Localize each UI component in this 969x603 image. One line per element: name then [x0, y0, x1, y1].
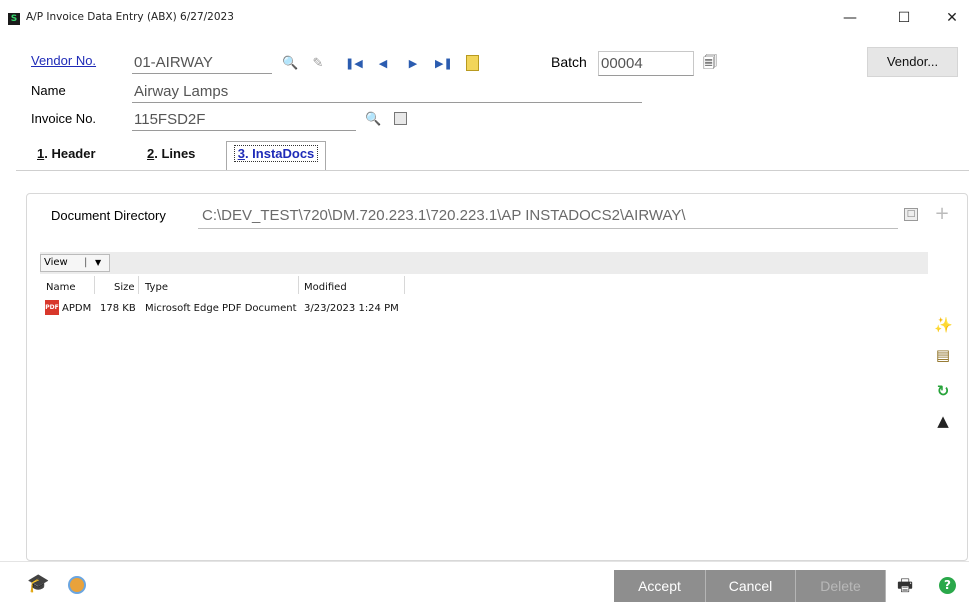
binoculars-icon[interactable]: ▤: [934, 346, 952, 364]
column-name[interactable]: Name: [46, 282, 76, 293]
printer-icon[interactable]: 🖶: [897, 578, 913, 595]
column-divider: [298, 276, 299, 294]
tab-header[interactable]: 1. Header: [37, 146, 96, 161]
column-type[interactable]: Type: [145, 282, 168, 293]
invoice-no-label: Invoice No.: [31, 111, 97, 126]
column-divider: [94, 276, 95, 294]
pdf-file-icon: PDF: [45, 300, 59, 315]
maximize-button[interactable]: ☐: [884, 4, 924, 32]
previous-record-icon[interactable]: ◀: [375, 56, 391, 72]
list-item-modified: 3/23/2023 1:24 PM: [304, 303, 399, 314]
window-title: A/P Invoice Data Entry (ABX) 6/27/2023: [26, 11, 234, 23]
accept-button[interactable]: Accept: [614, 570, 706, 602]
invoice-no-field[interactable]: [132, 109, 356, 131]
column-divider: [404, 276, 405, 294]
folder-browse-icon[interactable]: □: [904, 208, 918, 221]
document-directory-label: Document Directory: [51, 208, 166, 223]
next-record-icon[interactable]: ▶: [405, 56, 421, 72]
column-divider: [138, 276, 139, 294]
learning-icon[interactable]: 🎓: [27, 575, 49, 593]
batch-icon[interactable]: 🗐: [702, 55, 718, 71]
vendor-no-field[interactable]: [132, 52, 272, 74]
cancel-button[interactable]: Cancel: [706, 570, 796, 602]
add-icon[interactable]: +: [934, 205, 950, 223]
minimize-button[interactable]: —: [830, 4, 870, 32]
instadocs-panel: [26, 193, 968, 561]
delete-button: Delete: [796, 570, 886, 602]
column-modified[interactable]: Modified: [304, 282, 347, 293]
batch-field[interactable]: [598, 51, 694, 76]
eraser-icon[interactable]: ✎: [310, 56, 326, 72]
view-dropdown[interactable]: View | ▼: [40, 254, 110, 272]
search-icon[interactable]: 🔍: [365, 112, 381, 128]
name-field[interactable]: [132, 81, 642, 103]
app-icon: S: [8, 13, 20, 25]
vendor-no-link[interactable]: Vendor No.: [31, 53, 96, 68]
view-toolbar: [40, 252, 928, 274]
footer-divider: [0, 561, 969, 562]
close-button[interactable]: ✕: [932, 4, 969, 32]
tab-instadocs[interactable]: 3. InstaDocs: [226, 141, 326, 171]
help-icon[interactable]: ?: [939, 577, 956, 594]
first-record-icon[interactable]: ❚◀: [345, 56, 363, 72]
refresh-icon[interactable]: ↻: [934, 382, 952, 400]
chart-icon[interactable]: [68, 576, 86, 594]
tab-lines[interactable]: 2. Lines: [147, 146, 195, 161]
memo-icon[interactable]: [466, 55, 479, 71]
list-item-type: Microsoft Edge PDF Document: [145, 303, 297, 314]
upload-icon[interactable]: ▲: [934, 412, 952, 430]
search-icon[interactable]: 🔍: [282, 56, 298, 72]
vendor-button[interactable]: Vendor...: [867, 47, 958, 77]
name-label: Name: [31, 83, 66, 98]
list-item-size: 178 KB: [100, 303, 136, 314]
list-item-name[interactable]: APDM: [62, 303, 91, 314]
document-directory-field[interactable]: C:\DEV_TEST\720\DM.720.223.1\720.223.1\A…: [198, 203, 898, 229]
tab-divider: [16, 170, 969, 171]
last-record-icon[interactable]: ▶❚: [435, 56, 453, 72]
calendar-icon[interactable]: [394, 112, 407, 125]
batch-label: Batch: [551, 54, 587, 70]
column-size[interactable]: Size: [114, 282, 135, 293]
wizard-icon[interactable]: ✨: [934, 316, 953, 334]
